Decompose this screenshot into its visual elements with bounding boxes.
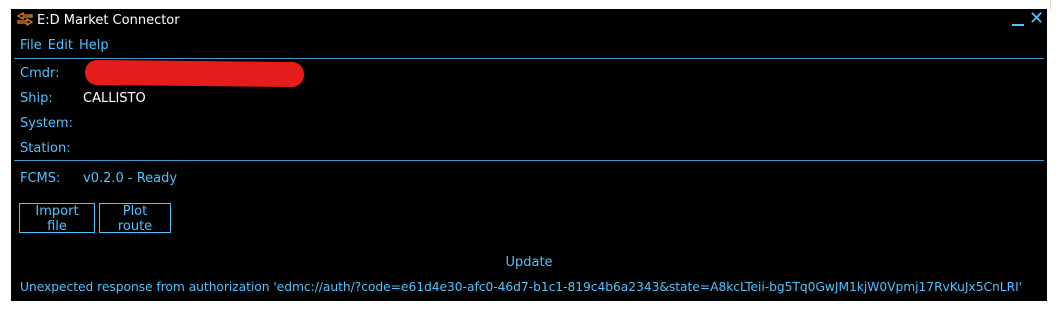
station-row: Station:: [20, 139, 83, 157]
close-icon[interactable]: ✕: [1029, 10, 1044, 28]
system-label: System:: [20, 115, 73, 131]
title-bar[interactable]: E:D Market Connector ✕: [11, 9, 1047, 31]
window-title: E:D Market Connector: [37, 13, 180, 28]
edmc-logo-icon: [17, 12, 33, 26]
update-button[interactable]: Update: [11, 255, 1047, 270]
redaction-mark: [84, 59, 305, 88]
background-divider: [1050, 0, 1051, 10]
ship-row: Ship: CALLISTO: [20, 89, 146, 107]
plugin-label: FCMS:: [20, 170, 61, 186]
plugin-row: FCMS: v0.2.0 - Ready: [20, 169, 177, 187]
ship-value[interactable]: CALLISTO: [83, 91, 146, 106]
section-separator: [14, 160, 1044, 161]
station-label: Station:: [20, 140, 71, 156]
menu-file[interactable]: File: [19, 38, 47, 53]
menu-separator: [14, 58, 1044, 59]
plot-route-button[interactable]: Plot route: [99, 203, 171, 234]
system-row: System:: [20, 114, 83, 132]
menu-bar: File Edit Help: [19, 38, 114, 53]
ship-label: Ship:: [20, 90, 53, 106]
cmdr-label: Cmdr:: [20, 65, 60, 81]
menu-help[interactable]: Help: [78, 38, 114, 53]
status-message: Unexpected response from authorization '…: [20, 280, 1022, 294]
minimize-icon[interactable]: [1011, 13, 1025, 27]
cmdr-row: Cmdr:: [20, 64, 83, 82]
app-window: E:D Market Connector ✕ File Edit Help Cm…: [11, 9, 1047, 301]
menu-edit[interactable]: Edit: [47, 38, 78, 53]
import-file-button[interactable]: Import file: [19, 203, 95, 234]
plugin-status: v0.2.0 - Ready: [83, 170, 178, 186]
